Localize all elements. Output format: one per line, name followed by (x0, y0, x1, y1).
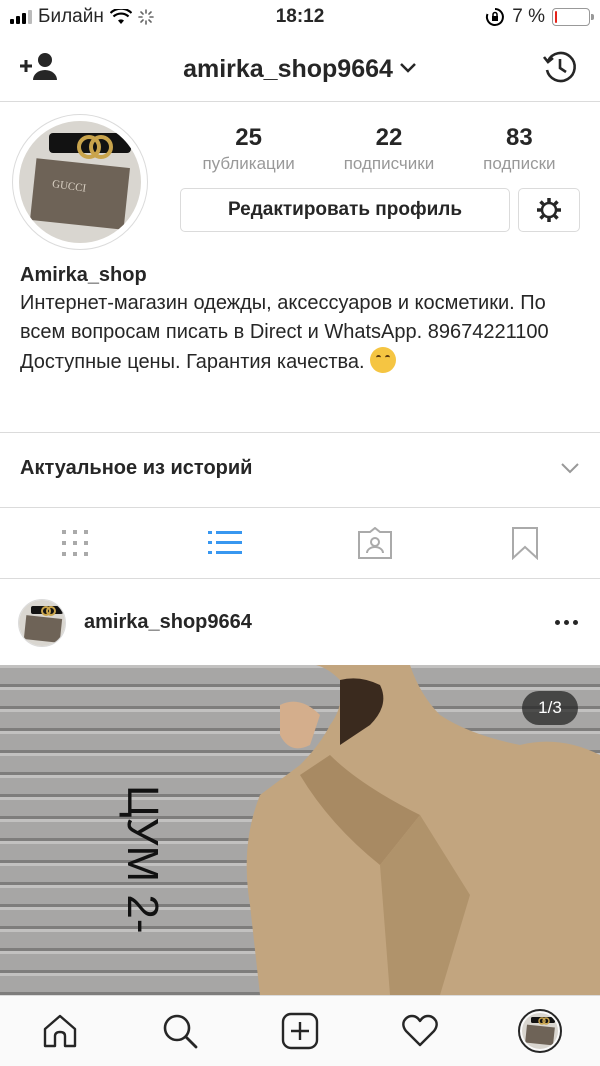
tagged-icon (358, 527, 392, 559)
post-author-username[interactable]: amirka_shop9664 (84, 611, 252, 634)
history-button[interactable] (542, 49, 578, 90)
list-icon (208, 531, 242, 554)
stat-following[interactable]: 83 подписки (483, 124, 555, 174)
stat-count: 22 (375, 124, 403, 151)
hugging-face-emoji-icon (370, 347, 397, 373)
tab-list[interactable] (195, 518, 255, 568)
rotation-lock-icon (486, 8, 505, 26)
profile-name: Amirka_shop (20, 264, 147, 286)
tab-grid[interactable] (45, 518, 105, 568)
settings-button[interactable] (518, 188, 580, 232)
tab-home[interactable] (30, 1001, 90, 1061)
bookmark-icon (512, 527, 538, 560)
tab-new-post[interactable] (270, 1001, 330, 1061)
stat-followers[interactable]: 22 подписчики (344, 124, 435, 174)
tab-profile[interactable] (510, 1001, 570, 1061)
chevron-down-icon (400, 63, 416, 73)
profile-avatar-thumb (522, 1013, 558, 1049)
post-more-options-icon[interactable] (555, 620, 578, 625)
status-right: 7 % (485, 6, 594, 28)
profile-bio: Amirka_shop Интернет-магазин одежды, акс… (20, 264, 590, 377)
grid-icon (62, 530, 88, 556)
stat-label: публикации (202, 154, 295, 173)
story-highlights-row[interactable]: Актуальное из историй (0, 433, 600, 507)
tab-saved[interactable] (495, 518, 555, 568)
stat-count: 83 (505, 124, 533, 151)
post-author-avatar[interactable] (18, 599, 66, 647)
profile-username-title[interactable]: amirka_shop9664 (0, 52, 600, 84)
gear-icon (537, 198, 561, 222)
stat-count: 25 (235, 124, 262, 151)
nav-title-text: amirka_shop9664 (183, 55, 393, 83)
bottom-tab-bar (0, 995, 600, 1066)
post-photo: ЦУМ 2- (0, 665, 600, 995)
heart-icon (402, 1014, 438, 1047)
stat-label: подписчики (343, 154, 435, 173)
edit-profile-button[interactable]: Редактировать профиль (180, 188, 510, 232)
tab-activity[interactable] (390, 1001, 450, 1061)
search-icon (163, 1014, 198, 1049)
chevron-down-icon (561, 463, 579, 474)
new-post-icon (281, 1012, 319, 1050)
bio-body: Интернет-магазин одежды, аксессуаров и к… (20, 292, 549, 373)
stat-posts[interactable]: 25 публикации (202, 124, 294, 174)
tab-search[interactable] (150, 1001, 210, 1061)
profile-avatar[interactable]: GUCCI (12, 114, 148, 250)
profile-avatar-tab (518, 1009, 562, 1053)
stat-label: подписки (483, 154, 556, 173)
profile-stats: 25 публикации 22 подписчики 83 подписки (178, 124, 580, 174)
post-overlay-text: ЦУМ 2- (118, 785, 167, 934)
tab-tagged[interactable] (345, 518, 405, 568)
home-icon (43, 1014, 77, 1048)
history-icon (542, 51, 576, 83)
bio-text: Интернет-магазин одежды, аксессуаров и к… (20, 289, 590, 377)
profile-view-tabs (0, 508, 600, 578)
battery-percent: 7 % (512, 6, 545, 27)
carousel-counter: 1/3 (522, 691, 578, 725)
post-header: amirka_shop9664 (0, 579, 600, 665)
highlights-label: Актуальное из историй (20, 457, 253, 479)
profile-photo: GUCCI (19, 121, 141, 243)
battery-icon (552, 8, 594, 26)
status-bar: Билайн 18:12 7 % (0, 0, 600, 34)
nav-bar: amirka_shop9664 (0, 34, 600, 102)
post-image[interactable]: ЦУМ 2- 1/3 (0, 665, 600, 995)
